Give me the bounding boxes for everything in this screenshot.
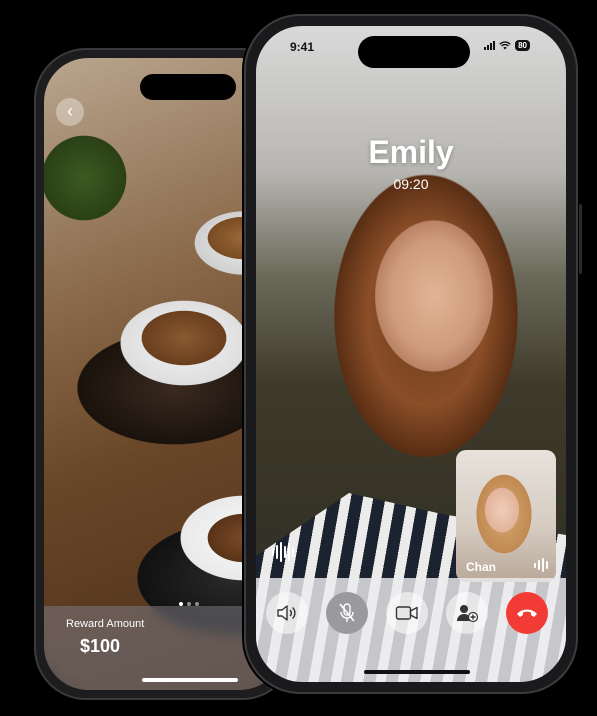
video-call-screen: 9:41 80 Emily 09:20 Chan: [256, 26, 566, 682]
end-call-button[interactable]: [506, 592, 548, 634]
status-indicators: 80: [484, 40, 530, 51]
call-controls-bar: [256, 578, 566, 682]
speaker-icon: [277, 605, 296, 621]
caller-name: Emily: [368, 134, 454, 170]
dynamic-island: [140, 74, 236, 100]
video-button[interactable]: [386, 592, 428, 634]
wifi-icon: [499, 41, 511, 50]
mic-off-icon: [339, 603, 355, 622]
speaker-button[interactable]: [266, 592, 308, 634]
add-person-icon: [457, 605, 478, 623]
add-participant-button[interactable]: [446, 592, 488, 634]
pip-audio-icon: [534, 558, 548, 572]
mute-button[interactable]: [326, 592, 368, 634]
signal-icon: [484, 41, 496, 50]
reward-amount: $100: [80, 636, 121, 656]
status-bar: 9:41 80: [256, 26, 566, 68]
home-indicator: [142, 678, 238, 682]
front-phone: 9:41 80 Emily 09:20 Chan: [244, 14, 582, 694]
chevron-left-icon[interactable]: ‹: [56, 98, 84, 126]
phone-hangup-icon: [517, 609, 537, 617]
video-camera-icon: [395, 606, 418, 620]
dynamic-island: [358, 36, 470, 68]
self-view-pip[interactable]: Chan: [456, 450, 556, 582]
showcase-stage: ‹ Reward Amount $100 9:41 80 Emily 09:20…: [0, 0, 597, 716]
status-time: 9:41: [290, 40, 315, 54]
voice-activity-icon: [272, 542, 298, 562]
power-button: [579, 204, 582, 274]
home-indicator: [364, 670, 470, 674]
call-duration: 09:20: [393, 176, 429, 192]
battery-icon: 80: [515, 40, 530, 51]
reward-label: Reward Amount: [66, 618, 145, 630]
pip-name: Chan: [466, 560, 496, 574]
